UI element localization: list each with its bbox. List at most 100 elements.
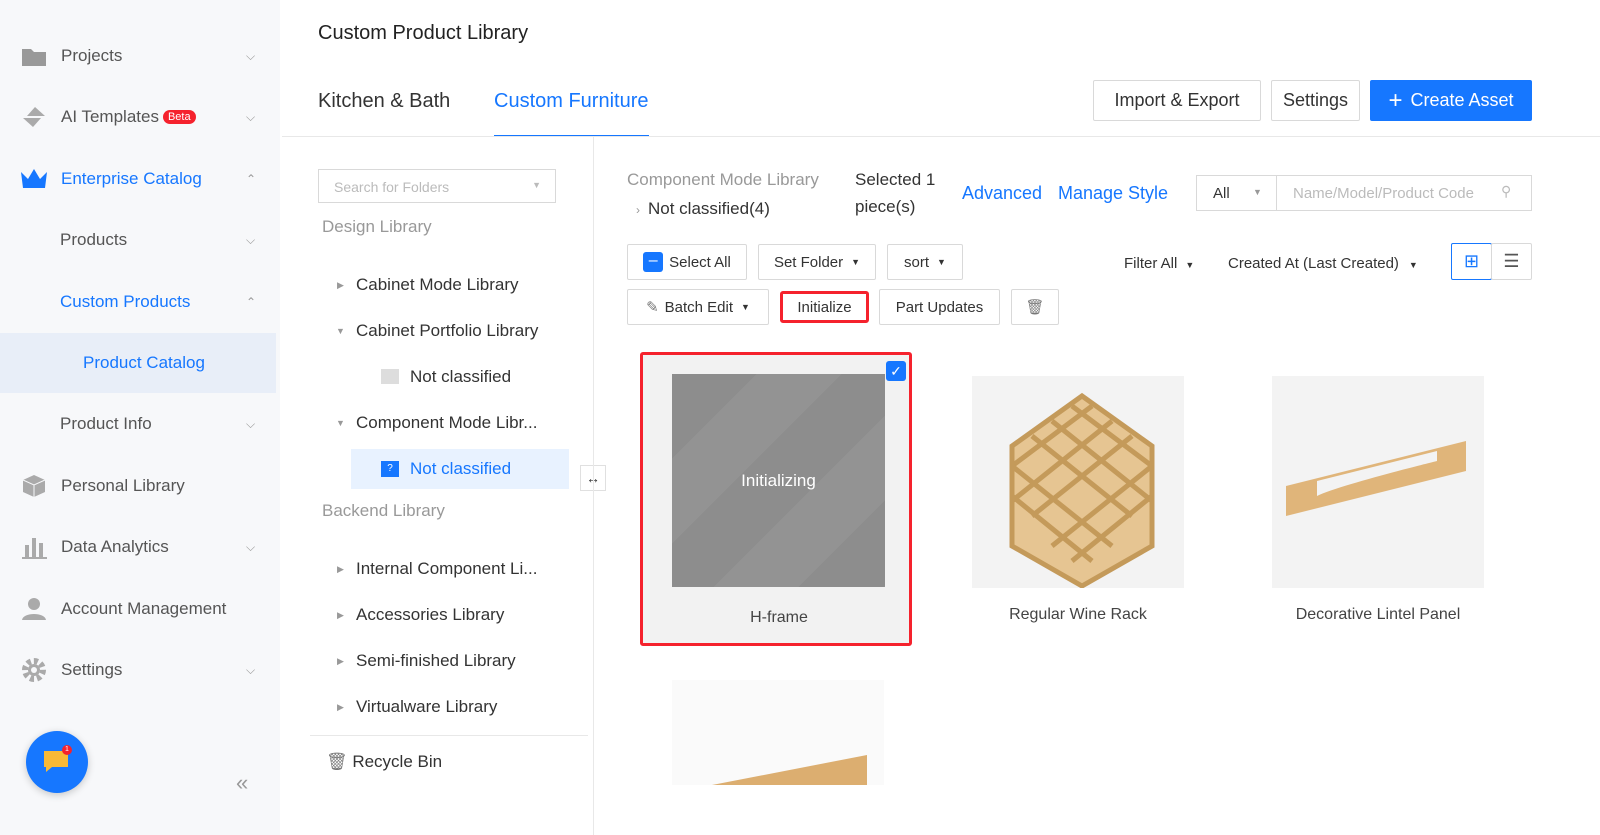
folder-icon: ?	[381, 461, 399, 477]
selected-unit: piece(s)	[855, 197, 916, 216]
sidebar-item-products[interactable]: Products ⌵	[0, 210, 276, 270]
label: Custom Products	[60, 292, 191, 311]
scope-select[interactable]: All ▼	[1197, 176, 1277, 210]
caret-down-icon[interactable]: ▼	[336, 418, 345, 428]
label: Product Info	[60, 414, 152, 433]
list-view-button[interactable]: ☰	[1491, 243, 1532, 280]
folder-not-classified[interactable]: Not classified	[410, 367, 511, 387]
sidebar-item-ai-templates[interactable]: AI Templates Beta ⌵	[0, 87, 276, 147]
order-dropdown[interactable]: Created At (Last Created) ▼	[1228, 255, 1418, 272]
sidebar-item-personal-library[interactable]: Personal Library	[0, 456, 276, 516]
checkbox-indeterminate-icon: –	[643, 252, 664, 272]
design-library-heading: Design Library	[322, 217, 432, 236]
page-title: Custom Product Library	[318, 22, 529, 44]
caret-down-icon: ▼	[532, 180, 541, 190]
folder-accessories[interactable]: Accessories Library	[356, 605, 504, 625]
label: Product Catalog	[83, 353, 205, 372]
folder-component-mode-library[interactable]: Component Mode Libr...	[356, 413, 537, 433]
create-asset-button[interactable]: + Create Asset	[1370, 80, 1532, 121]
backend-library-heading: Backend Library	[322, 501, 445, 520]
bar-chart-icon	[20, 535, 48, 559]
folder-not-classified-selected[interactable]: ? Not classified	[351, 449, 569, 489]
sidebar: Projects ⌵ AI Templates Beta ⌵ Enterprise C…	[0, 0, 280, 835]
batch-edit-button[interactable]: ✎ Batch Edit ▼	[627, 289, 769, 325]
divider	[310, 735, 588, 736]
folder-icon	[381, 369, 399, 384]
label: Enterprise Catalog	[61, 169, 202, 188]
label: Not classified	[410, 459, 512, 478]
settings-button[interactable]: Settings	[1271, 80, 1360, 121]
caret-right-icon[interactable]: ▶	[337, 564, 344, 575]
folder-internal-component[interactable]: Internal Component Li...	[356, 559, 537, 579]
set-folder-button[interactable]: Set Folder ▼	[758, 244, 876, 280]
label: AI Templates Beta	[61, 107, 196, 127]
user-icon	[20, 597, 48, 621]
edit-icon: ✎	[646, 299, 659, 316]
lintel-panel-image[interactable]	[1272, 376, 1484, 588]
import-export-button[interactable]: Import & Export	[1093, 80, 1261, 121]
delete-button[interactable]: 🗑	[1011, 289, 1059, 325]
label: Account Management	[61, 599, 227, 618]
advanced-link[interactable]: Advanced	[962, 183, 1042, 204]
trash-icon: 🗑	[1025, 299, 1045, 316]
caret-down-icon: ▼	[851, 257, 861, 267]
folder-search-input[interactable]: Search for Folders ▼	[318, 169, 556, 203]
tab-kitchen-bath[interactable]: Kitchen & Bath	[318, 90, 450, 113]
cube-icon	[20, 474, 48, 498]
notification-badge: 1	[62, 745, 72, 755]
sidebar-item-settings[interactable]: Settings ⌵	[0, 640, 276, 700]
sidebar-item-enterprise-catalog[interactable]: Enterprise Catalog ⌃	[0, 149, 276, 209]
product-card-h-frame[interactable]: Initializing ✓ H-frame	[640, 352, 912, 646]
product-card-partial[interactable]	[672, 680, 884, 785]
folder-icon	[20, 44, 48, 68]
search-group: All ▼ Name/Model/Product Code ⚲	[1196, 175, 1532, 211]
label: Projects	[61, 46, 123, 65]
caret-right-icon[interactable]: ▶	[337, 610, 344, 621]
caret-right-icon[interactable]: ▶	[337, 702, 344, 713]
select-all-button[interactable]: – Select All	[627, 244, 747, 280]
caret-down-icon: ▼	[937, 257, 946, 267]
checkbox-checked-icon[interactable]: ✓	[886, 361, 906, 381]
lintel-panel-illustration	[1286, 441, 1466, 516]
folder-semi-finished[interactable]: Semi-finished Library	[356, 651, 516, 671]
caret-right-icon[interactable]: ▶	[337, 280, 344, 291]
product-search-input[interactable]: Name/Model/Product Code	[1293, 185, 1474, 202]
sort-button[interactable]: sort ▼	[887, 244, 963, 280]
tab-custom-furniture[interactable]: Custom Furniture	[494, 90, 649, 137]
folder-cabinet-mode-library[interactable]: Cabinet Mode Library	[356, 275, 519, 295]
card-title: H-frame	[750, 609, 808, 626]
grid-view-button[interactable]: ⊞	[1451, 243, 1492, 280]
beta-badge: Beta	[162, 110, 196, 124]
list-icon: ☰	[1503, 251, 1520, 271]
trash-icon: 🗑	[326, 752, 348, 771]
plus-icon: +	[1388, 86, 1403, 114]
manage-style-link[interactable]: Manage Style	[1058, 183, 1168, 204]
sidebar-item-custom-products[interactable]: Custom Products ⌃	[0, 272, 276, 332]
chat-button[interactable]: 1	[26, 731, 88, 793]
placeholder: Search for Folders	[334, 179, 450, 195]
sidebar-item-data-analytics[interactable]: Data Analytics ⌵	[0, 517, 276, 577]
product-illustration	[712, 755, 867, 785]
initialize-button[interactable]: Initialize	[780, 291, 869, 323]
divider	[282, 136, 1600, 137]
filter-all-dropdown[interactable]: Filter All ▼	[1124, 255, 1194, 272]
part-updates-button[interactable]: Part Updates	[879, 289, 1000, 325]
collapse-icon[interactable]: «	[236, 770, 248, 796]
sidebar-item-product-catalog[interactable]: Product Catalog	[0, 333, 276, 393]
folder-cabinet-portfolio-library[interactable]: Cabinet Portfolio Library	[356, 321, 538, 341]
label: Personal Library	[61, 476, 185, 495]
caret-right-icon[interactable]: ▶	[337, 656, 344, 667]
breadcrumb-root[interactable]: Component Mode Library	[627, 170, 819, 190]
folder-virtualware[interactable]: Virtualware Library	[356, 697, 497, 717]
search-icon[interactable]: ⚲	[1501, 183, 1511, 200]
recycle-bin[interactable]: 🗑 Recycle Bin	[326, 752, 442, 772]
label: Products	[60, 230, 128, 249]
gear-icon	[20, 658, 48, 682]
label: Create Asset	[1410, 90, 1514, 110]
wine-rack-image[interactable]	[972, 376, 1184, 589]
sidebar-item-account-management[interactable]: Account Management	[0, 579, 276, 639]
sidebar-item-projects[interactable]: Projects ⌵	[0, 26, 276, 86]
caret-down-icon[interactable]: ▼	[336, 326, 345, 336]
sidebar-item-product-info[interactable]: Product Info ⌵	[0, 394, 276, 454]
label: Recycle Bin	[352, 752, 443, 771]
